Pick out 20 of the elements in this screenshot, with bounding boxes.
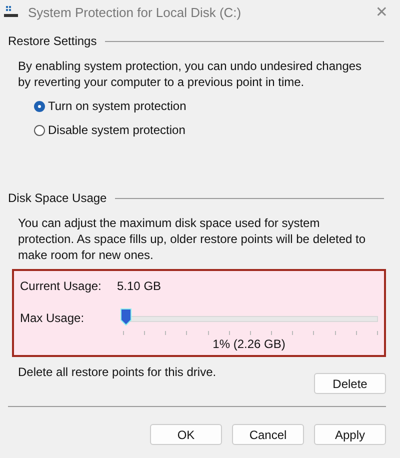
radio-button[interactable] (34, 124, 45, 136)
usage-value: 5.10 GB (117, 279, 162, 293)
slider-thumb[interactable] (120, 308, 132, 326)
radio-button[interactable] (34, 100, 45, 112)
field-label: Max Usage: (20, 311, 86, 325)
description-text: Delete all restore points for this drive. (18, 365, 216, 379)
radio-option[interactable]: Disable system protection (34, 123, 386, 137)
radio-option[interactable]: Turn on system protection (34, 99, 386, 113)
dialog-button[interactable]: OK (150, 424, 222, 445)
section-heading: Disk Space Usage (8, 191, 107, 205)
usage-reading: 1% (2.26 GB) (212, 337, 286, 351)
delete-button[interactable]: Delete (314, 373, 386, 394)
field-label: Current Usage: (20, 279, 102, 293)
window-title: System Protection for Local Disk (C:) (28, 4, 242, 20)
description-text: By enabling system protection, you can undo undesired changes by reverting your computer to a previous point in time. (18, 58, 363, 90)
section-heading: Restore Settings (8, 34, 97, 48)
app-icon (4, 6, 18, 18)
dialog-button[interactable]: Apply (314, 424, 386, 445)
dialog-button[interactable]: Cancel (232, 424, 304, 445)
description-text: You can adjust the maximum disk space used for system protection. As space fills up, older restore points will be deleted to make room for new ones. (18, 215, 367, 263)
